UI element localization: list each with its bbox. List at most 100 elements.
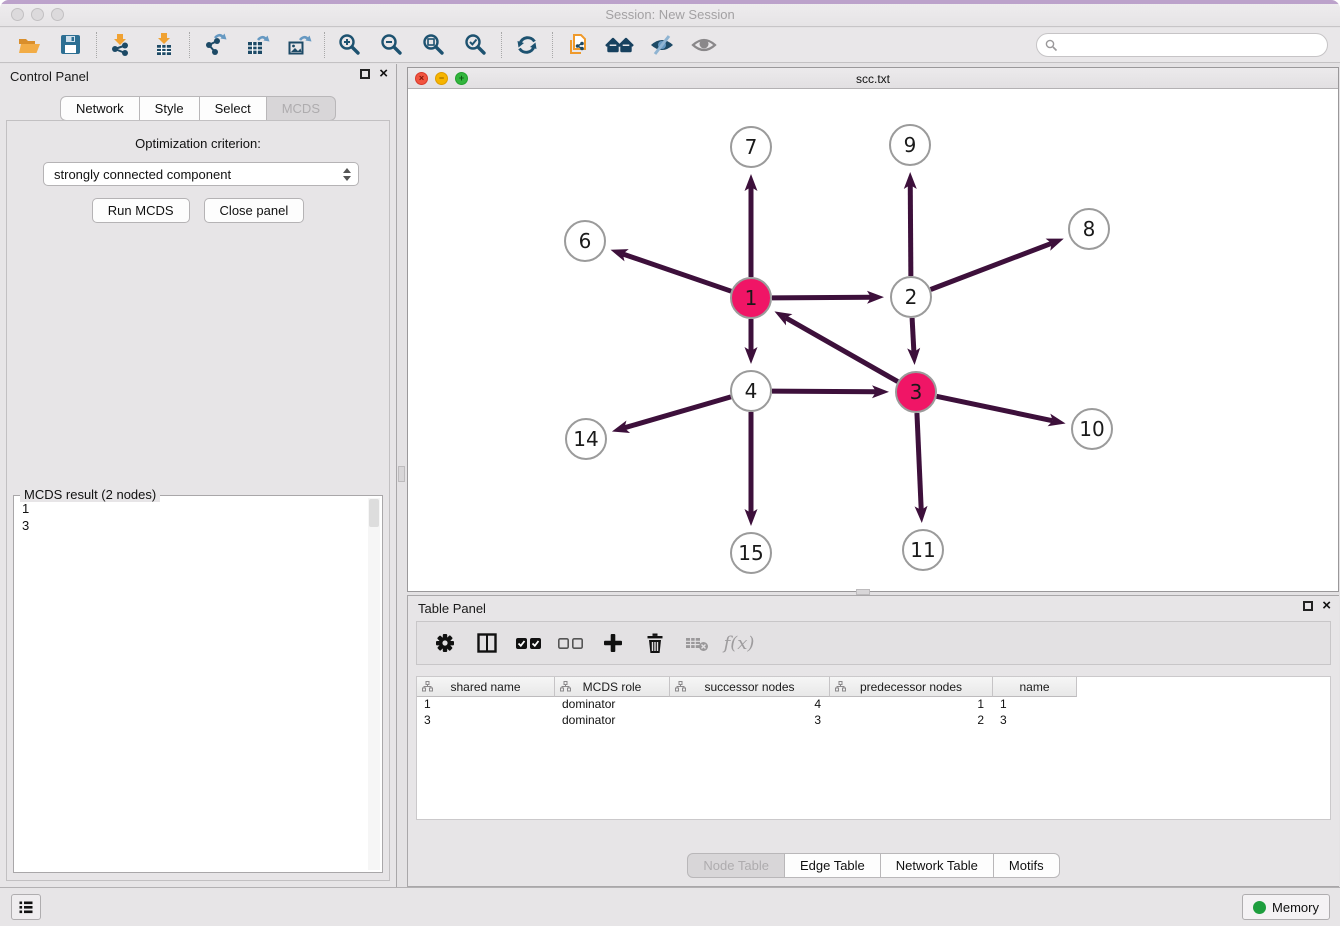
apply-layout-icon[interactable] xyxy=(506,30,548,60)
toolbar-separator xyxy=(552,32,553,58)
duplicate-network-icon[interactable] xyxy=(557,30,599,60)
memory-label: Memory xyxy=(1272,900,1319,915)
add-column-icon[interactable] xyxy=(597,627,629,659)
export-image-icon[interactable] xyxy=(278,30,320,60)
network-graph-canvas[interactable]: 7968124314101511 xyxy=(408,89,1338,591)
save-session-icon[interactable] xyxy=(50,30,92,60)
titlebar: Session: New Session xyxy=(0,0,1340,27)
toolbar-separator xyxy=(189,32,190,58)
export-network-icon[interactable] xyxy=(194,30,236,60)
column-header-successor-nodes[interactable]: successor nodes xyxy=(670,677,830,697)
graph-node-label: 9 xyxy=(904,133,917,157)
graph-edge-2-8[interactable] xyxy=(931,243,1052,289)
table-panel-title: Table Panel xyxy=(418,601,486,616)
fx-label: f(x) xyxy=(724,633,755,654)
vertical-splitter-handle[interactable] xyxy=(398,466,405,482)
hide-selected-icon[interactable] xyxy=(641,30,683,60)
select-all-columns-icon[interactable] xyxy=(513,627,545,659)
show-all-icon[interactable] xyxy=(683,30,725,60)
control-panel: Control Panel × Network Style Select MCD… xyxy=(0,64,397,887)
control-panel-title: Control Panel xyxy=(10,69,89,84)
network-window-titlebar[interactable]: × − + scc.txt xyxy=(408,68,1338,89)
column-header-shared-name[interactable]: shared name xyxy=(417,677,555,697)
tab-motifs[interactable]: Motifs xyxy=(994,853,1060,878)
toolbar-separator xyxy=(96,32,97,58)
result-scrollbar[interactable] xyxy=(368,498,380,870)
optimization-criterion-label: Optimization criterion: xyxy=(7,136,389,151)
table-row[interactable]: 1dominator411 xyxy=(417,697,1330,713)
graph-edge-3-10[interactable] xyxy=(937,396,1053,420)
delete-columns-icon[interactable] xyxy=(639,627,671,659)
show-column-panel-icon[interactable] xyxy=(471,627,503,659)
mcds-panel: Optimization criterion: strongly connect… xyxy=(6,120,390,881)
network-maximize-icon[interactable]: + xyxy=(455,72,468,85)
mcds-result-list[interactable]: 1 3 xyxy=(22,500,366,868)
home-icon[interactable] xyxy=(599,30,641,60)
close-panel-icon[interactable]: × xyxy=(379,69,388,79)
tab-select[interactable]: Select xyxy=(200,96,267,121)
network-minimize-icon[interactable]: − xyxy=(435,72,448,85)
graph-node-label: 10 xyxy=(1079,417,1104,441)
tab-mcds[interactable]: MCDS xyxy=(267,96,336,121)
tab-network[interactable]: Network xyxy=(60,96,140,121)
main-toolbar xyxy=(0,28,1340,63)
graph-edge-4-14[interactable] xyxy=(624,397,730,428)
selected-option: strongly connected component xyxy=(54,167,231,182)
table-panel: Table Panel × xyxy=(407,595,1339,887)
zoom-fit-icon[interactable] xyxy=(413,30,455,60)
zoom-out-icon[interactable] xyxy=(371,30,413,60)
graph-edge-2-9[interactable] xyxy=(910,185,911,276)
tab-style[interactable]: Style xyxy=(140,96,200,121)
column-header-name[interactable]: name xyxy=(993,677,1077,697)
graph-edge-1-2[interactable] xyxy=(772,297,871,298)
open-session-icon[interactable] xyxy=(8,30,50,60)
table-row[interactable]: 3dominator323 xyxy=(417,713,1330,729)
graph-node-label: 8 xyxy=(1083,217,1096,241)
export-table-icon[interactable] xyxy=(236,30,278,60)
tab-node-table[interactable]: Node Table xyxy=(687,853,785,878)
list-icon xyxy=(17,898,35,916)
tab-network-table[interactable]: Network Table xyxy=(881,853,994,878)
close-panel-button[interactable]: Close panel xyxy=(204,198,305,223)
float-panel-icon[interactable] xyxy=(360,69,370,79)
search-field[interactable] xyxy=(1036,33,1328,57)
optimization-criterion-select[interactable]: strongly connected component xyxy=(43,162,359,186)
table-header-row: shared nameMCDS rolesuccessor nodesprede… xyxy=(417,677,1330,697)
toolbar-separator xyxy=(324,32,325,58)
column-header-MCDS-role[interactable]: MCDS role xyxy=(555,677,670,697)
network-close-icon[interactable]: × xyxy=(415,72,428,85)
search-input[interactable] xyxy=(1063,38,1319,52)
network-view-window: × − + scc.txt 7968124314101511 xyxy=(407,67,1339,592)
graph-edge-2-3[interactable] xyxy=(912,318,914,352)
float-table-panel-icon[interactable] xyxy=(1303,601,1313,611)
zoom-selected-icon[interactable] xyxy=(455,30,497,60)
delete-table-icon[interactable] xyxy=(681,627,713,659)
graph-edge-3-11[interactable] xyxy=(917,413,921,510)
table-toolbar: f(x) xyxy=(416,621,1331,665)
column-header-predecessor-nodes[interactable]: predecessor nodes xyxy=(830,677,993,697)
graph-edge-4-3[interactable] xyxy=(772,391,876,392)
graph-node-label: 6 xyxy=(579,229,592,253)
graph-edge-3-1[interactable] xyxy=(786,318,898,382)
import-network-icon[interactable] xyxy=(101,30,143,60)
function-builder-icon[interactable]: f(x) xyxy=(723,627,755,659)
graph-node-label: 3 xyxy=(910,380,923,404)
control-panel-tabs: Network Style Select MCDS xyxy=(0,96,396,121)
window-title: Session: New Session xyxy=(0,7,1340,22)
deselect-all-columns-icon[interactable] xyxy=(555,627,587,659)
tab-edge-table[interactable]: Edge Table xyxy=(785,853,881,878)
network-window-title: scc.txt xyxy=(408,68,1338,86)
run-mcds-button[interactable]: Run MCDS xyxy=(92,198,190,223)
close-table-panel-icon[interactable]: × xyxy=(1322,601,1331,611)
import-table-icon[interactable] xyxy=(143,30,185,60)
graph-node-label: 7 xyxy=(745,135,758,159)
memory-button[interactable]: Memory xyxy=(1242,894,1330,920)
zoom-in-icon[interactable] xyxy=(329,30,371,60)
node-table: shared nameMCDS rolesuccessor nodesprede… xyxy=(416,676,1331,820)
table-settings-icon[interactable] xyxy=(429,627,461,659)
task-history-button[interactable] xyxy=(11,894,41,920)
graph-node-label: 1 xyxy=(745,286,758,310)
graph-edge-1-6[interactable] xyxy=(623,254,731,291)
search-icon xyxy=(1045,39,1058,52)
status-bar: Memory xyxy=(0,887,1340,926)
